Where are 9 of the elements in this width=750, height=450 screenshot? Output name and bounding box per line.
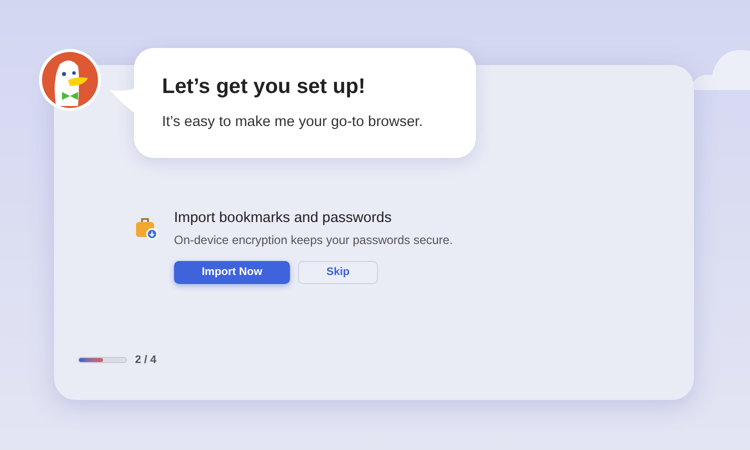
suitcase-icon	[134, 216, 158, 240]
step-description: On-device encryption keeps your passwords secure.	[174, 232, 453, 249]
bubble-title: Let’s get you set up!	[162, 74, 366, 100]
skip-button[interactable]: Skip	[298, 260, 378, 284]
duck-logo-icon	[38, 48, 102, 112]
step-title: Import bookmarks and passwords	[174, 209, 393, 228]
bubble-text: It’s easy to make me your go-to browser.	[162, 113, 424, 132]
import-now-button[interactable]: Import Now	[174, 260, 290, 284]
progress-reading: 2 / 4	[135, 353, 156, 368]
